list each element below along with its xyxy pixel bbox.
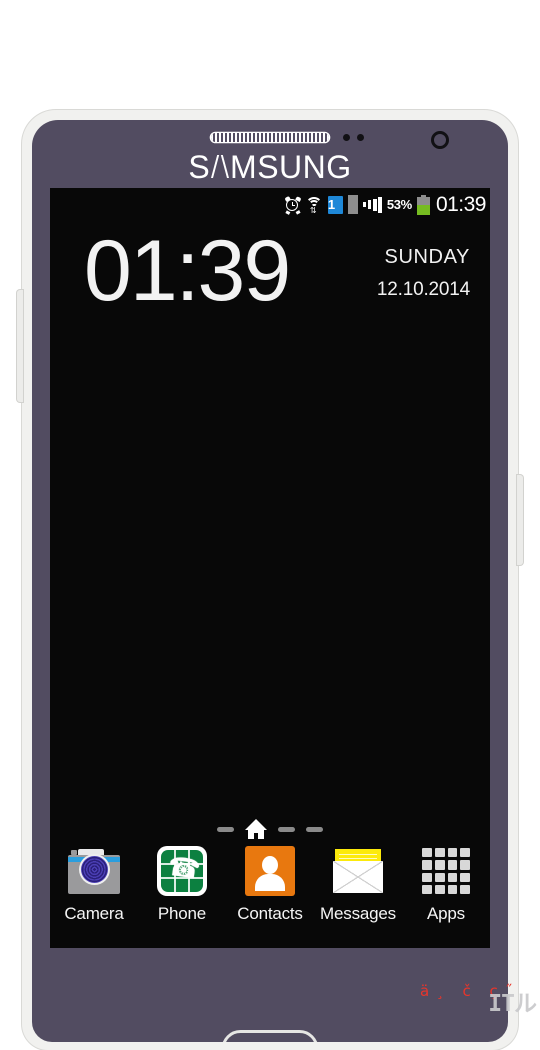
alarm-clock-icon [284, 195, 302, 214]
front-camera-icon [431, 131, 449, 149]
page-dot[interactable] [306, 826, 323, 832]
dock-label: Messages [320, 904, 396, 923]
cellular-signal-icon-sim2 [362, 196, 382, 213]
dock-label: Apps [427, 904, 465, 923]
samsung-brand-logo: S MSUNG [188, 149, 352, 185]
home-page-indicator [50, 819, 490, 839]
dock-item-apps[interactable]: Apps [402, 846, 490, 924]
home-icon[interactable] [245, 819, 267, 839]
battery-percent-label: 53% [386, 197, 412, 212]
cellular-signal-icon-sim1 [347, 195, 358, 214]
app-dock: Camera ☎ Phone Contacts Messages Apps [50, 840, 490, 948]
phone-bezel: S MSUNG ⇅ 1 53% 01:39 01:39 SUNDAY 12.10… [32, 120, 508, 1042]
earpiece-speaker [211, 133, 329, 142]
clock-weekday: SUNDAY [384, 246, 470, 268]
proximity-sensor-icon [343, 134, 350, 141]
clock-date-block: SUNDAY 12.10.2014 [377, 230, 476, 301]
dock-item-phone[interactable]: ☎ Phone [138, 846, 226, 924]
dock-item-messages[interactable]: Messages [314, 846, 402, 924]
phone-screen: ⇅ 1 53% 01:39 01:39 SUNDAY 12.10.2014 Ca… [50, 188, 490, 948]
wifi-transfer-arrows: ⇅ [309, 205, 317, 215]
battery-icon [416, 194, 430, 215]
status-bar: ⇅ 1 53% 01:39 [50, 188, 490, 221]
dock-item-camera[interactable]: Camera [50, 846, 138, 924]
messages-envelope-icon [330, 846, 386, 898]
wifi-icon: ⇅ [305, 196, 323, 215]
lockscreen-clock-widget[interactable]: 01:39 SUNDAY 12.10.2014 [50, 223, 490, 319]
dock-item-contacts[interactable]: Contacts [226, 846, 314, 924]
power-button[interactable] [517, 475, 523, 565]
contacts-person-icon [242, 846, 298, 898]
apps-grid-icon [418, 846, 474, 898]
sim-slot-badge: 1 [327, 195, 343, 214]
light-sensor-icon [357, 134, 364, 141]
status-bar-clock: 01:39 [435, 192, 487, 216]
phone-handset-icon: ☎ [154, 846, 210, 898]
dock-label: Contacts [237, 904, 303, 923]
dock-label: Phone [157, 904, 207, 923]
volume-rocker-button[interactable] [17, 290, 23, 402]
dock-label: Camera [64, 904, 124, 923]
page-dot[interactable] [217, 826, 234, 832]
clock-date: 12.10.2014 [376, 279, 470, 300]
phone-device-frame: S MSUNG ⇅ 1 53% 01:39 01:39 SUNDAY 12.10… [17, 110, 523, 1050]
clock-time: 01:39 [84, 223, 291, 319]
camera-icon [66, 846, 122, 898]
page-dot[interactable] [278, 826, 295, 832]
physical-home-button[interactable] [221, 1030, 319, 1042]
